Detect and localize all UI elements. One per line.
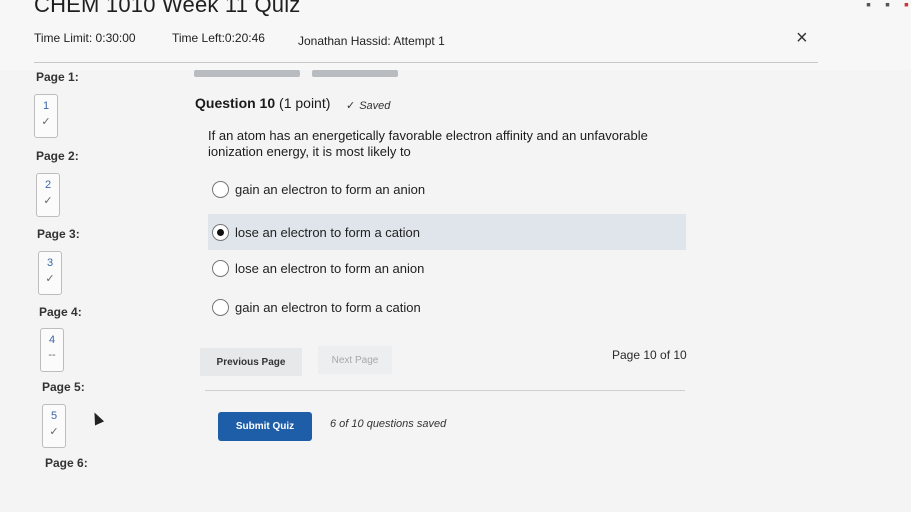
page-number: 2 (44, 179, 52, 191)
page-number: 4 (48, 334, 56, 346)
unanswered-mark: -- (48, 349, 56, 361)
page-5-link[interactable]: 5 ✓ (42, 404, 66, 448)
radio-button[interactable] (212, 298, 229, 316)
page-label-6: Page 6: (45, 456, 88, 470)
check-icon: ✓ (45, 273, 55, 285)
answer-label: lose an electron to form an anion (235, 260, 425, 276)
question-heading: Question 10 (1 point) (195, 95, 330, 111)
mouse-cursor-icon (89, 410, 105, 426)
window-controls: ▪ ▪ ▪ (866, 0, 909, 12)
time-limit: Time Limit: 0:30:00 (34, 31, 136, 45)
question-text: If an atom has an energetically favorabl… (208, 128, 648, 159)
header-divider (34, 62, 818, 63)
submit-quiz-button[interactable]: Submit Quiz (218, 412, 312, 441)
question-points: (1 point) (279, 95, 331, 111)
window-close-icon[interactable]: ▪ (904, 0, 909, 12)
page-4-link[interactable]: 4 -- (40, 328, 64, 372)
minimize-icon[interactable]: ▪ (866, 0, 871, 12)
attempt-info: Jonathan Hassid: Attempt 1 (298, 34, 445, 48)
section-divider (205, 390, 685, 391)
time-left: Time Left:0:20:46 (172, 31, 265, 45)
page-label-1: Page 1: (36, 70, 79, 84)
page-number: 3 (46, 257, 54, 269)
page-number: 1 (42, 100, 50, 112)
radio-button-selected[interactable] (212, 223, 229, 241)
check-icon: ✓ (346, 100, 356, 112)
page-number: 5 (50, 410, 58, 422)
quiz-title: CHEM 1010 Week 11 Quiz (34, 0, 301, 17)
answer-option-1[interactable]: gain an electron to form an anion (208, 171, 686, 207)
radio-button[interactable] (212, 259, 229, 277)
page-label-4: Page 4: (39, 305, 82, 319)
saved-status: ✓ Saved (346, 99, 390, 112)
close-icon[interactable]: × (796, 27, 808, 50)
answer-option-2[interactable]: lose an electron to form a cation (208, 214, 686, 250)
progress-bar-segment (194, 70, 300, 77)
answer-option-3[interactable]: lose an electron to form an anion (208, 250, 686, 286)
page-3-link[interactable]: 3 ✓ (38, 251, 62, 295)
answer-label: gain an electron to form a cation (235, 299, 421, 315)
previous-page-button[interactable]: Previous Page (200, 348, 302, 376)
page-1-link[interactable]: 1 ✓ (34, 94, 58, 138)
answer-option-4[interactable]: gain an electron to form a cation (208, 289, 686, 325)
page-2-link[interactable]: 2 ✓ (36, 173, 60, 217)
progress-bar-segment (312, 70, 398, 77)
next-page-button: Next Page (318, 346, 392, 374)
questions-saved-count: 6 of 10 questions saved (330, 418, 447, 430)
question-number: Question 10 (195, 95, 276, 111)
saved-label: Saved (359, 100, 391, 112)
answer-label: lose an electron to form a cation (235, 224, 420, 240)
check-icon: ✓ (41, 116, 51, 128)
page-label-5: Page 5: (42, 380, 85, 394)
page-label-3: Page 3: (37, 227, 80, 241)
check-icon: ✓ (49, 426, 59, 438)
maximize-icon[interactable]: ▪ (885, 0, 890, 12)
page-indicator: Page 10 of 10 (612, 348, 687, 362)
answer-label: gain an electron to form an anion (235, 181, 426, 197)
radio-button[interactable] (212, 180, 229, 198)
check-icon: ✓ (43, 195, 53, 207)
quiz-header: CHEM 1010 Week 11 Quiz Time Limit: 0:30:… (0, 0, 911, 70)
page-label-2: Page 2: (36, 149, 79, 163)
